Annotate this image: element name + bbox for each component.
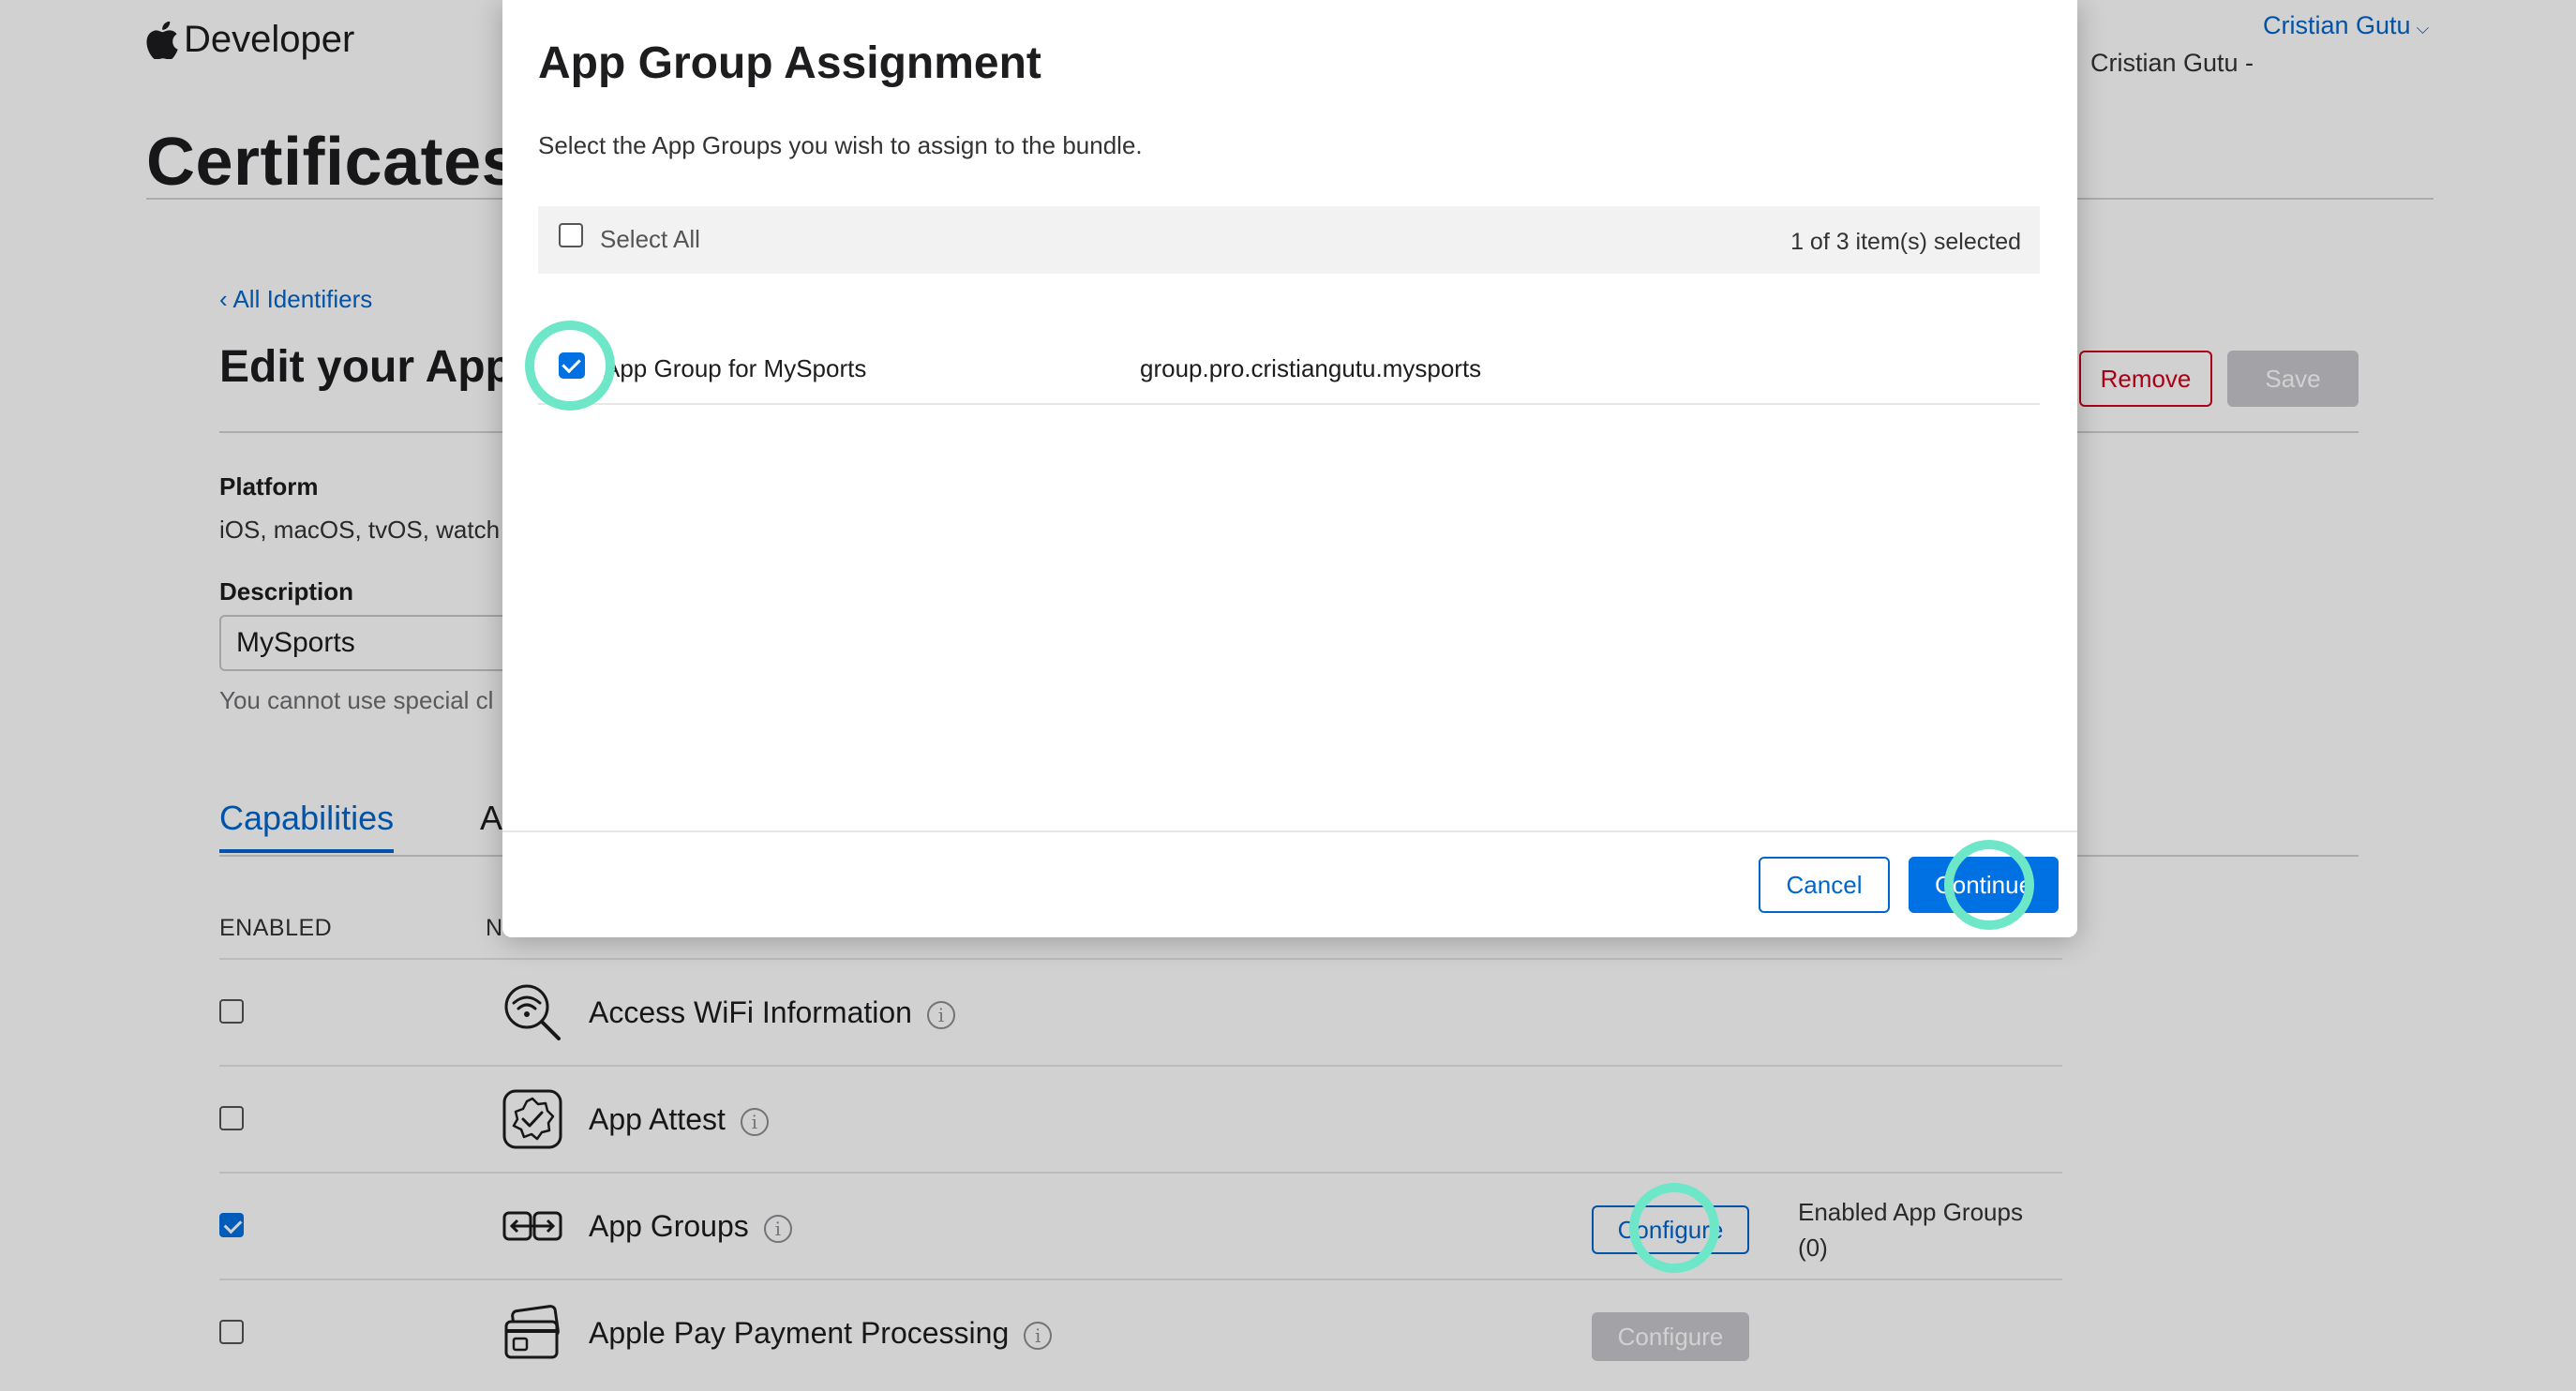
app-group-assignment-dialog: App Group Assignment Select the App Grou… xyxy=(502,0,2077,937)
app-group-name: App Group for MySports xyxy=(604,354,867,382)
dialog-footer-divider xyxy=(502,830,2077,832)
app-group-identifier: group.pro.cristiangutu.mysports xyxy=(1140,354,1482,382)
dialog-subtitle: Select the App Groups you wish to assign… xyxy=(538,131,1143,159)
selected-count: 1 of 3 item(s) selected xyxy=(1790,229,2021,255)
dialog-title: App Group Assignment xyxy=(538,38,1041,88)
app-group-checkbox[interactable] xyxy=(559,352,585,379)
select-all-checkbox[interactable] xyxy=(559,223,583,247)
selection-bar: Select All 1 of 3 item(s) selected xyxy=(538,206,2040,274)
cancel-button[interactable]: Cancel xyxy=(1759,857,1890,913)
select-all-label[interactable]: Select All xyxy=(600,225,700,254)
continue-button[interactable]: Continue xyxy=(1909,857,2059,913)
app-group-row[interactable]: App Group for MySports group.pro.cristia… xyxy=(538,330,2040,405)
